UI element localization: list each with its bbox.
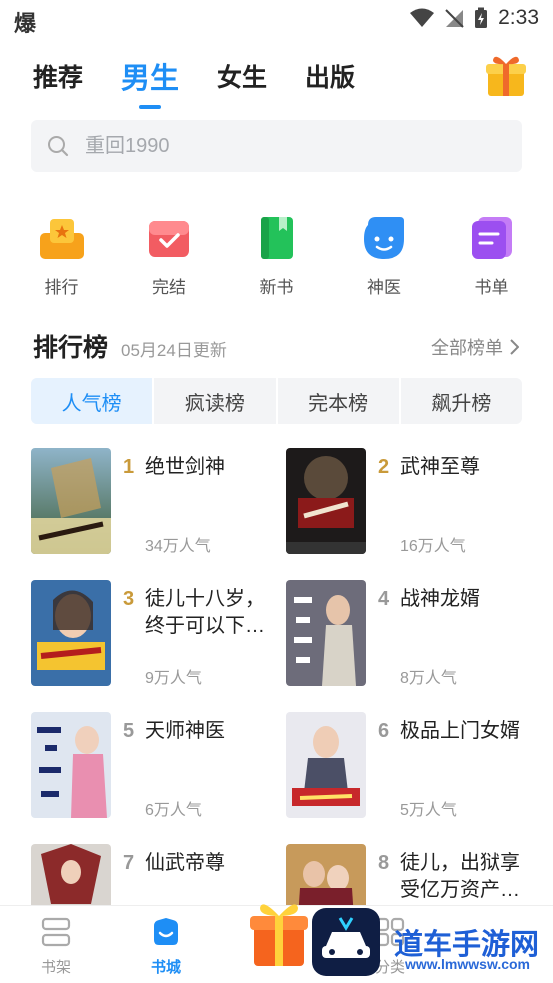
search-input[interactable] (85, 134, 485, 158)
book-cover (286, 712, 366, 818)
search-bar[interactable] (31, 120, 522, 172)
book-popularity: 5万人气 (400, 802, 457, 819)
book-cover (31, 712, 111, 818)
nav-label: 书架 (40, 959, 71, 976)
ranking-header: 排行榜 05月24日更新 全部榜单 (33, 328, 519, 362)
tab-recommend[interactable]: 推荐 (33, 58, 83, 97)
update-date: 05月24日更新 (121, 341, 227, 360)
book-item[interactable]: 2 武神至尊 16万人气 (286, 448, 531, 556)
finished-icon (149, 221, 189, 257)
category-doctor[interactable]: 神医 (337, 215, 432, 298)
status-icons: 2:33 (410, 6, 539, 30)
book-cover (31, 448, 111, 554)
book-title: 仙武帝尊 (145, 852, 225, 874)
book-rank: 6 (378, 720, 390, 742)
category-finished[interactable]: 完结 (122, 215, 217, 298)
book-title: 战神龙婿 (400, 588, 480, 610)
search-icon (48, 136, 69, 157)
book-title: 绝世剑神 (145, 456, 225, 478)
book-rank: 1 (123, 456, 135, 478)
book-title: 徒儿十八岁，终于可以下… (145, 588, 265, 637)
ranking-icon (39, 219, 84, 259)
book-title: 极品上门女婿 (400, 720, 520, 742)
book-popularity: 34万人气 (145, 538, 211, 555)
section-title: 排行榜 (33, 334, 109, 362)
book-popularity: 9万人气 (145, 670, 202, 687)
all-rankings-link[interactable]: 全部榜单 (431, 334, 519, 360)
category-ranking[interactable]: 排行 (14, 215, 109, 298)
book-cover (286, 580, 366, 686)
chevron-right-icon (510, 339, 519, 355)
category-label: 完结 (152, 278, 186, 297)
tab-crazy-read[interactable]: 疯读榜 (154, 378, 278, 424)
watermark-url: www.lmwwsw.com (405, 956, 530, 972)
book-popularity: 16万人气 (400, 538, 466, 555)
tab-female[interactable]: 女生 (217, 58, 267, 97)
category-label: 新书 (259, 278, 294, 297)
book-item[interactable]: 4 战神龙婿 8万人气 (286, 580, 531, 688)
book-cover (286, 448, 366, 554)
nav-bookstore[interactable]: 书城 (136, 916, 196, 977)
no-signal-icon (445, 9, 464, 28)
all-rankings-label: 全部榜单 (431, 338, 503, 358)
book-rank: 2 (378, 456, 390, 478)
tab-popular[interactable]: 人气榜 (31, 378, 155, 424)
ranking-tabs: 人气榜 疯读榜 完本榜 飙升榜 (31, 378, 522, 424)
category-new-book[interactable]: 新书 (229, 215, 324, 298)
book-item[interactable]: 3 徒儿十八岁，终于可以下… 9万人气 (31, 580, 276, 688)
status-bar: 爆 2:33 (0, 0, 553, 40)
bookstore-icon (154, 918, 178, 945)
booklist-icon (471, 217, 512, 259)
book-rank: 7 (123, 852, 135, 874)
category-label: 神医 (367, 278, 401, 297)
book-item[interactable]: 6 极品上门女婿 5万人气 (286, 712, 531, 820)
watermark-logo-icon (312, 908, 380, 976)
book-title: 徒儿，出狱享受亿万资产… (400, 852, 520, 901)
doctor-icon (364, 217, 404, 259)
clock: 2:33 (498, 6, 539, 29)
tab-completed[interactable]: 完本榜 (278, 378, 401, 424)
floating-gift-icon[interactable] (248, 898, 310, 968)
tab-publish[interactable]: 出版 (305, 58, 355, 97)
nav-bookshelf[interactable]: 书架 (26, 916, 86, 977)
book-popularity: 8万人气 (400, 670, 457, 687)
book-title: 天师神医 (145, 720, 225, 742)
app-notification-glyph: 爆 (14, 11, 37, 36)
category-label: 排行 (44, 278, 79, 297)
category-label: 书单 (474, 278, 509, 297)
bookshelf-icon (41, 917, 71, 947)
new-book-icon (260, 217, 293, 259)
gift-icon[interactable] (483, 52, 529, 98)
battery-charging-icon (475, 7, 488, 28)
top-tabs: 推荐 男生 女生 出版 (33, 58, 393, 97)
book-item[interactable]: 5 天师神医 6万人气 (31, 712, 276, 820)
tab-rising[interactable]: 飙升榜 (401, 378, 522, 424)
book-item[interactable]: 1 绝世剑神 34万人气 (31, 448, 276, 556)
category-shortcuts: 排行 完结 新书 神医 书单 (14, 215, 539, 298)
category-booklist[interactable]: 书单 (444, 215, 539, 298)
wifi-icon (410, 8, 435, 27)
tab-male[interactable]: 男生 (121, 55, 179, 97)
book-cover (31, 580, 111, 686)
nav-label: 书城 (150, 959, 181, 976)
book-rank: 5 (123, 720, 135, 742)
book-rank: 8 (378, 852, 390, 874)
book-rank: 3 (123, 588, 135, 610)
book-rank: 4 (378, 588, 390, 610)
book-title: 武神至尊 (400, 456, 480, 478)
book-popularity: 6万人气 (145, 802, 202, 819)
